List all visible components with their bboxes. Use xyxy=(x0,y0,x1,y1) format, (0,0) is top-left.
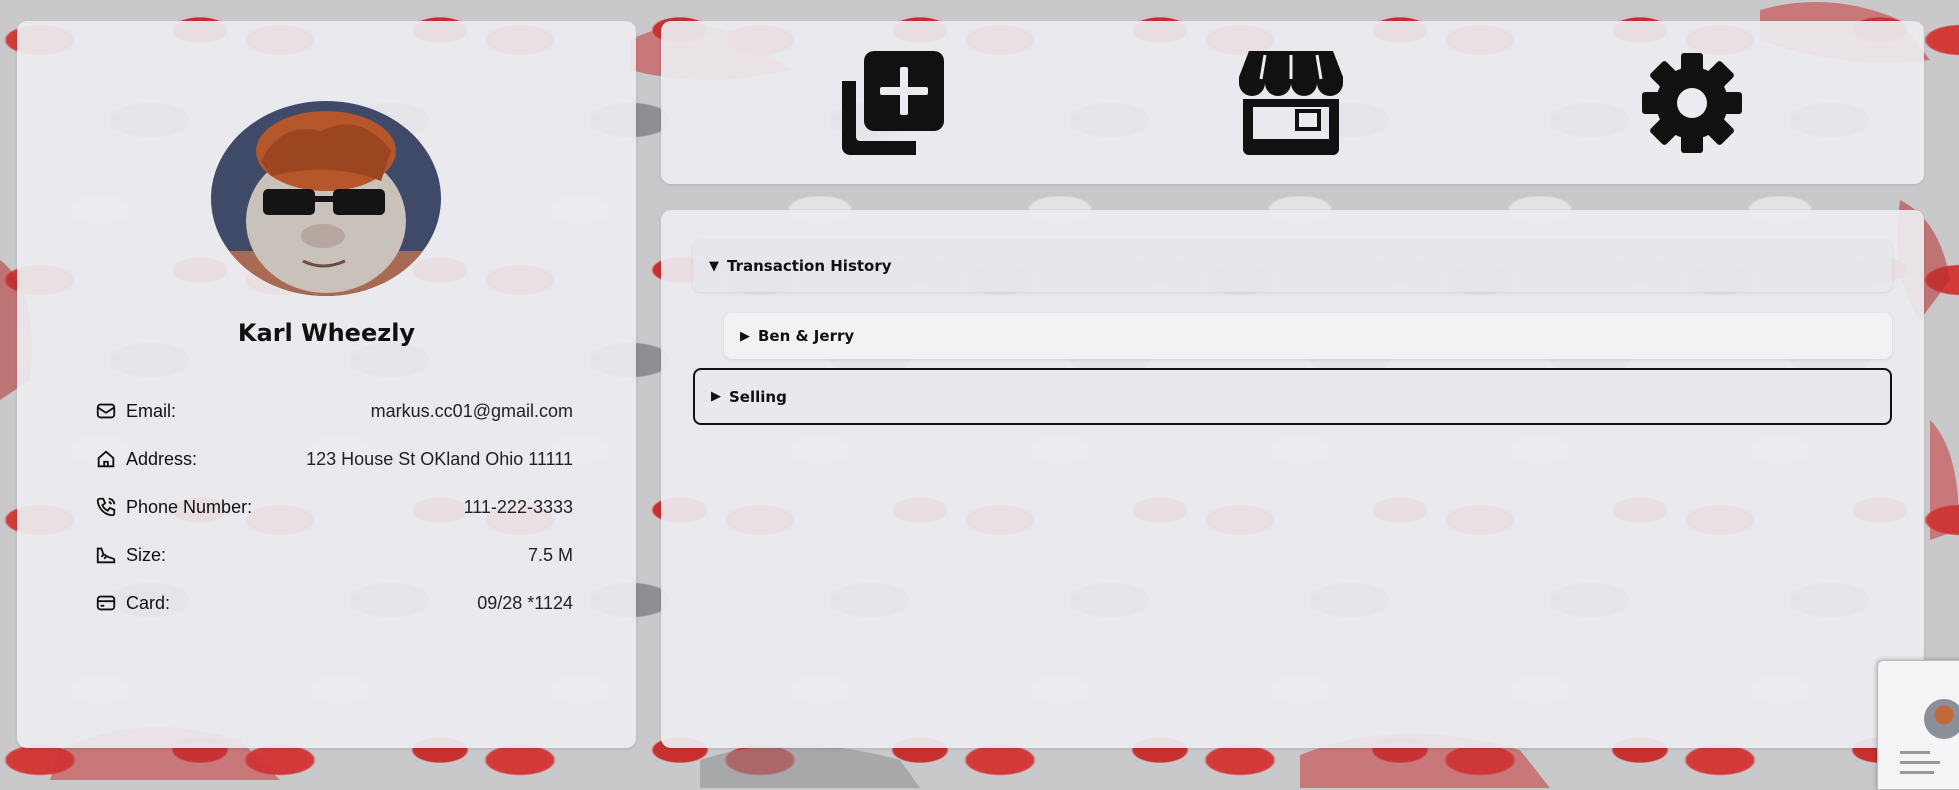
card-value: 09/28 *1124 xyxy=(477,592,573,613)
history-panel: ▼ Transaction History ▶ Ben & Jerry ▶ Se… xyxy=(661,210,1924,748)
avatar xyxy=(211,101,441,296)
add-listing-button[interactable] xyxy=(840,51,944,155)
profile-card: Karl Wheezly Email: markus.cc01@gmail.co… xyxy=(17,21,636,748)
email-label: Email: xyxy=(126,400,177,421)
card-label: Card: xyxy=(126,592,171,613)
transaction-entry-label: Ben & Jerry xyxy=(758,327,855,345)
transaction-history-toggle[interactable]: ▼ Transaction History xyxy=(693,240,1892,292)
settings-button[interactable] xyxy=(1640,51,1744,155)
house-icon xyxy=(95,448,117,470)
profile-info-list: Email: markus.cc01@gmail.com Address: 12… xyxy=(95,387,573,627)
thumbnail-line xyxy=(1900,761,1940,764)
caret-right-icon: ▶ xyxy=(711,389,721,404)
envelope-icon xyxy=(95,400,117,422)
email-row: Email: markus.cc01@gmail.com xyxy=(95,387,573,435)
size-row: Size: 7.5 M xyxy=(95,531,573,579)
transaction-entry-toggle[interactable]: ▶ Ben & Jerry xyxy=(724,313,1892,359)
selling-toggle[interactable]: ▶ Selling xyxy=(693,368,1892,425)
gear-icon xyxy=(1642,53,1742,153)
size-label: Size: xyxy=(126,544,167,565)
add-listing-icon xyxy=(842,51,944,155)
card-row: Card: 09/28 *1124 xyxy=(95,579,573,627)
phone-row: Phone Number: 111-222-3333 xyxy=(95,483,573,531)
storefront-icon xyxy=(1239,51,1343,155)
thumbnail-line xyxy=(1900,751,1930,754)
selling-label: Selling xyxy=(729,387,787,406)
address-row: Address: 123 House St OKland Ohio 11111 xyxy=(95,435,573,483)
phone-value: 111-222-3333 xyxy=(463,496,573,517)
credit-card-icon xyxy=(95,592,117,614)
screenshot-thumbnail[interactable] xyxy=(1877,660,1959,790)
caret-right-icon: ▶ xyxy=(740,328,750,344)
shoe-icon xyxy=(95,544,117,566)
email-value: markus.cc01@gmail.com xyxy=(370,400,573,421)
address-value: 123 House St OKland Ohio 11111 xyxy=(306,448,573,469)
phone-icon xyxy=(95,496,117,518)
address-label: Address: xyxy=(126,448,198,469)
profile-name: Karl Wheezly xyxy=(237,319,416,347)
transaction-history-label: Transaction History xyxy=(727,257,892,275)
caret-down-icon: ▼ xyxy=(709,258,719,274)
avatar-image xyxy=(211,101,441,296)
thumbnail-line xyxy=(1900,771,1934,774)
size-value: 7.5 M xyxy=(527,544,573,565)
thumbnail-avatar xyxy=(1924,699,1959,739)
storefront-button[interactable] xyxy=(1239,51,1343,155)
action-bar xyxy=(661,21,1924,184)
phone-label: Phone Number: xyxy=(126,496,253,517)
